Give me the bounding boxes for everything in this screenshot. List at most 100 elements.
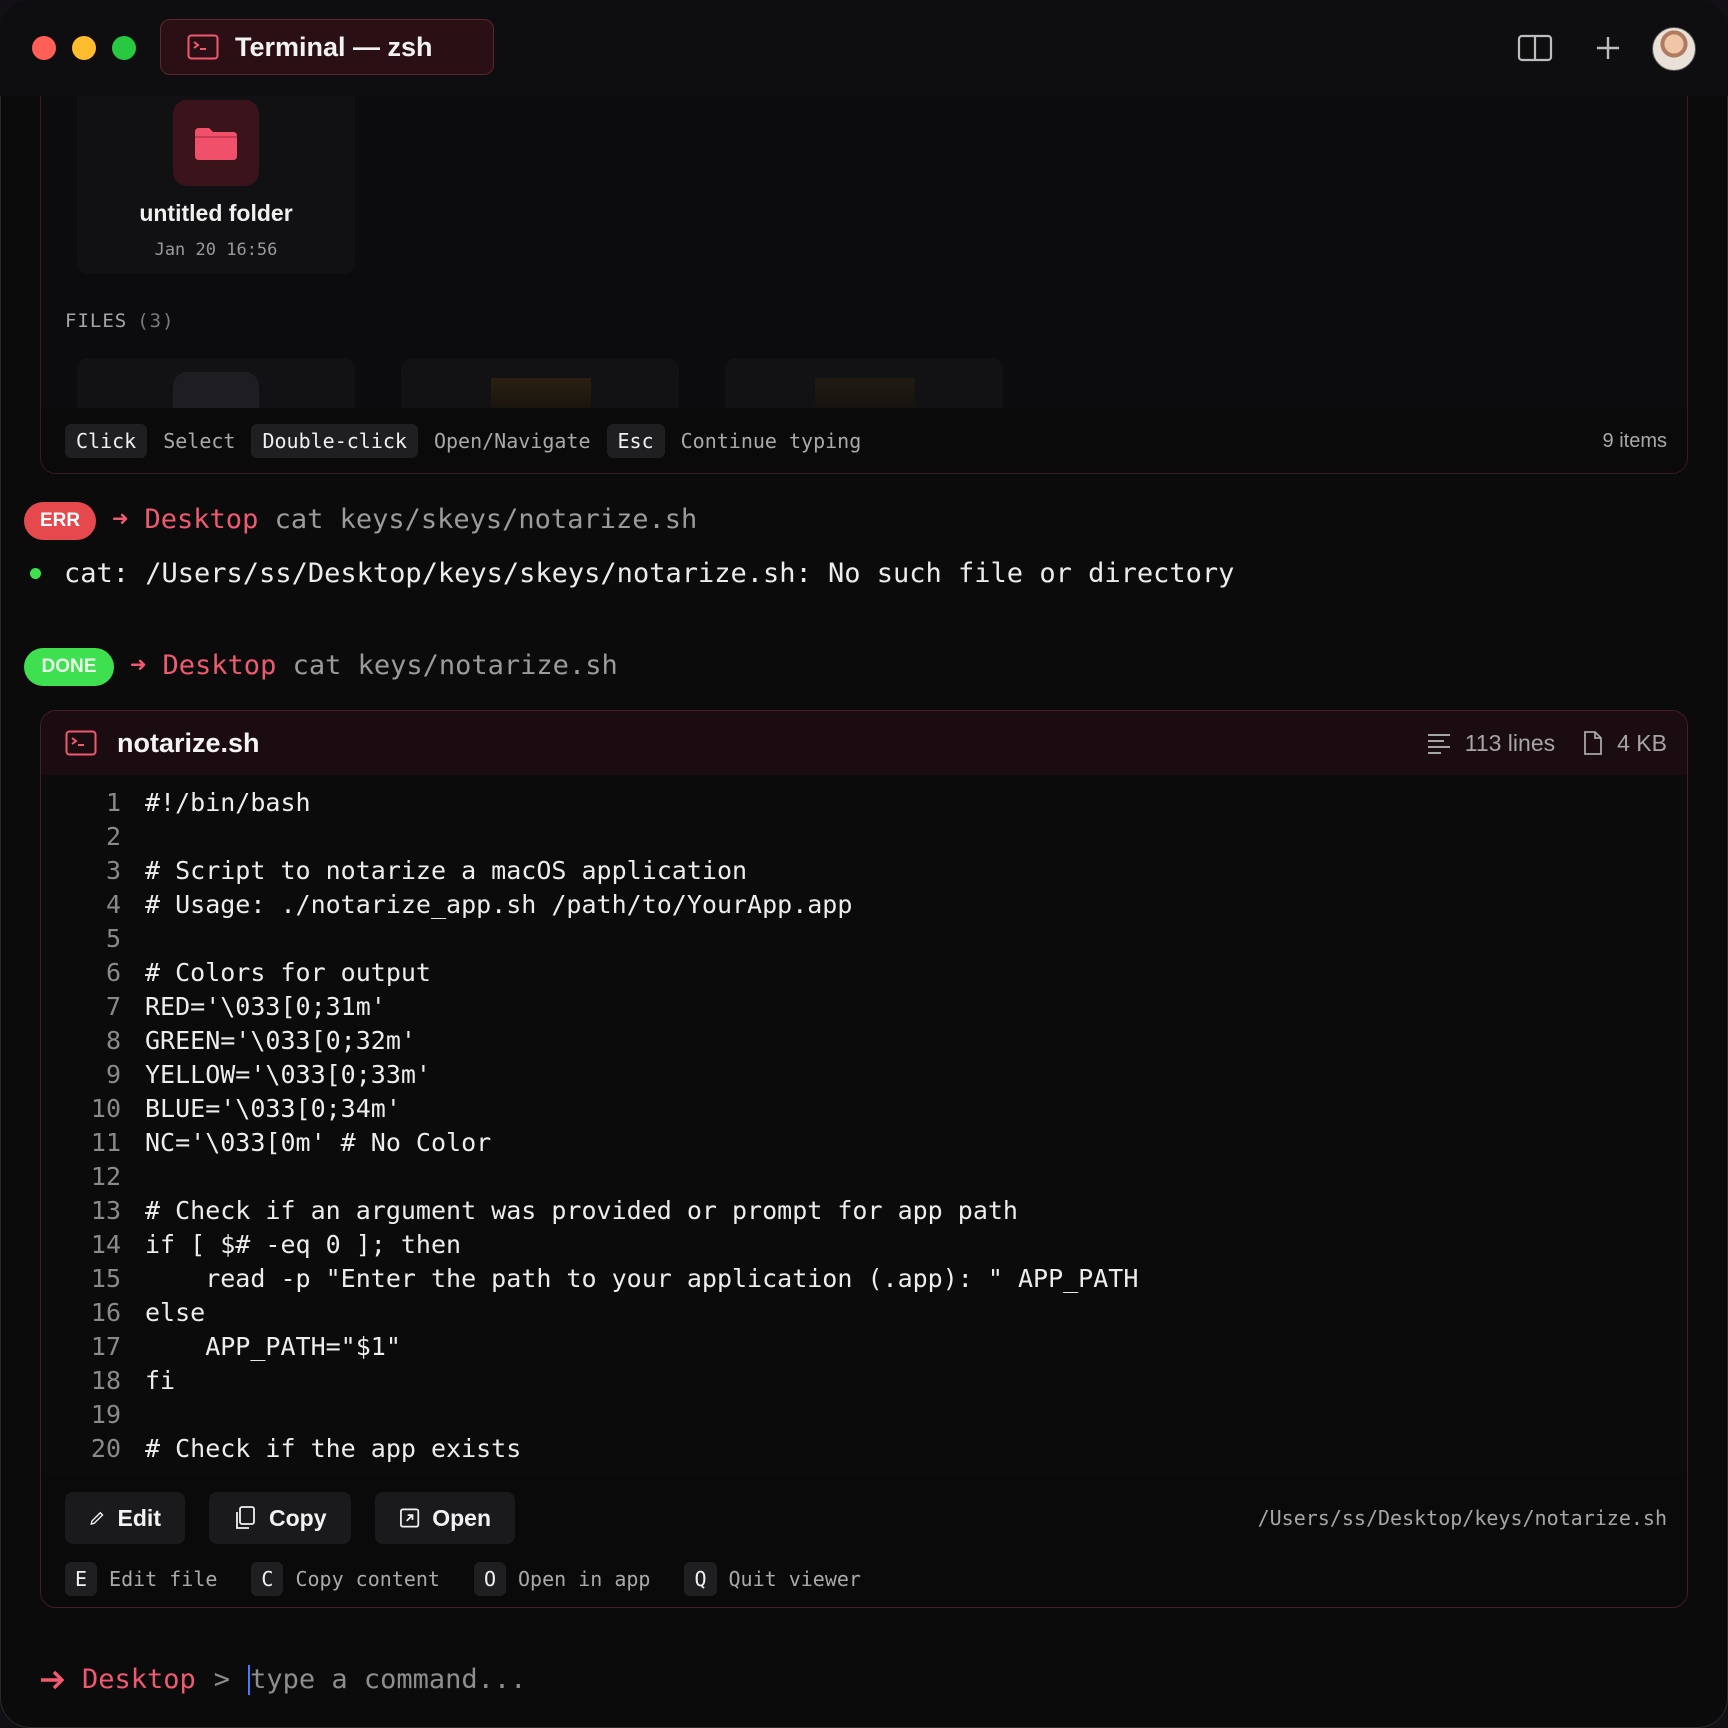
code-text: GREEN='\033[0;32m' <box>145 1025 416 1055</box>
split-view-icon[interactable] <box>1517 30 1553 66</box>
code-text: # Usage: ./notarize_app.sh /path/to/Your… <box>145 889 853 919</box>
new-tab-icon[interactable] <box>1590 30 1626 66</box>
prompt-separator: > <box>213 1664 231 1695</box>
minimize-window-button[interactable] <box>72 36 96 60</box>
shortcut-key: Double-click <box>251 424 418 458</box>
viewer-shortcuts: E Edit file C Copy content O Open in app… <box>65 1562 895 1596</box>
open-button-label: Open <box>432 1504 491 1531</box>
folder-card[interactable]: untitled folder Jan 20 16:56 <box>77 96 355 274</box>
code-line: 18 fi <box>41 1363 1687 1397</box>
edit-button[interactable]: Edit <box>65 1492 185 1544</box>
code-text: APP_PATH="$1" <box>145 1331 401 1361</box>
viewer-header: notarize.sh 113 lines 4 KB <box>41 711 1687 775</box>
pencil-icon <box>90 1511 104 1525</box>
code-line: 11 NC='\033[0m' # No Color <box>41 1125 1687 1159</box>
shortcut-key: C <box>251 1562 284 1596</box>
line-number: 4 <box>105 889 121 919</box>
copy-icon <box>236 1506 255 1529</box>
zoom-window-button[interactable] <box>112 36 136 60</box>
code-line: 16 else <box>41 1295 1687 1329</box>
line-number: 16 <box>90 1297 121 1327</box>
command-text: cat keys/skeys/notarize.sh <box>274 504 698 535</box>
shortcut-hint: Open/Navigate <box>433 429 591 453</box>
line-number: 11 <box>90 1127 121 1157</box>
code-line: 10 BLUE='\033[0;34m' <box>41 1091 1687 1125</box>
prompt-arrow-icon <box>41 1670 65 1689</box>
line-number: 5 <box>105 923 121 953</box>
edit-button-label: Edit <box>117 1504 161 1531</box>
code-text: # Check if an argument was provided or p… <box>145 1195 1018 1225</box>
shortcut-key: O <box>473 1562 507 1596</box>
line-number: 18 <box>90 1365 121 1395</box>
code-line: 9 YELLOW='\033[0;33m' <box>41 1057 1687 1091</box>
line-number: 2 <box>105 821 121 851</box>
file-browser-panel: untitled folder Jan 20 16:56 FILES (3) Cl… <box>40 96 1688 474</box>
file-path: /Users/ss/Desktop/keys/notarize.sh <box>1257 1506 1667 1530</box>
folder-date: Jan 20 16:56 <box>154 240 278 260</box>
tab-terminal[interactable]: Terminal — zsh <box>160 19 494 75</box>
folder-icon <box>173 100 259 186</box>
terminal-file-icon <box>65 730 97 756</box>
command-input[interactable] <box>250 1664 851 1695</box>
code-line: 5 <box>41 921 1687 955</box>
line-number: 13 <box>90 1195 121 1225</box>
code-text: BLUE='\033[0;34m' <box>145 1093 401 1123</box>
code-line: 2 <box>41 819 1687 853</box>
code-text: RED='\033[0;31m' <box>145 991 386 1021</box>
shortcut-hint: Edit file <box>109 1567 218 1591</box>
line-number: 14 <box>90 1229 121 1259</box>
tab-title: Terminal — zsh <box>235 31 433 62</box>
title-bar: Terminal — zsh <box>0 0 1728 96</box>
code-text: else <box>145 1297 206 1327</box>
code-line: 4 # Usage: ./notarize_app.sh /path/to/You… <box>41 887 1687 921</box>
file-icon <box>1584 731 1603 755</box>
close-window-button[interactable] <box>32 36 56 60</box>
line-number: 17 <box>90 1331 121 1361</box>
code-text: NC='\033[0m' # No Color <box>145 1127 492 1157</box>
code-line: 8 GREEN='\033[0;32m' <box>41 1023 1687 1057</box>
code-line: 1 #!/bin/bash <box>41 785 1687 819</box>
command-line: ➜ Desktop cat keys/notarize.sh <box>130 650 618 681</box>
code-text: # Colors for output <box>145 957 431 987</box>
files-count: (3) <box>137 310 175 332</box>
open-button[interactable]: Open <box>375 1492 515 1544</box>
line-number: 1 <box>105 787 121 817</box>
viewer-footer: Edit Copy Open /Users/ss/Desktop/keys/no… <box>41 1476 1687 1607</box>
line-number: 7 <box>105 991 121 1021</box>
file-viewer: notarize.sh 113 lines 4 KB 1 #!/bin/bash 2… <box>40 710 1688 1608</box>
code-line: 3 # Script to notarize a macOS applicatio… <box>41 853 1687 887</box>
code-line: 12 <box>41 1159 1687 1193</box>
code-content: 1 #!/bin/bash 2 3 # Script to notarize a mac… <box>41 785 1687 1465</box>
code-line: 20 # Check if the app exists <box>41 1431 1687 1465</box>
line-number: 3 <box>105 855 121 885</box>
finder-shortcut-bar: Click Select Double-click Open/Navigate … <box>41 408 1687 473</box>
shortcut-hint: Continue typing <box>680 429 862 453</box>
items-count: 9 items <box>1602 429 1667 452</box>
code-text: # Script to notarize a macOS application <box>145 855 748 885</box>
code-line: 19 <box>41 1397 1687 1431</box>
line-number: 9 <box>105 1059 121 1089</box>
line-number: 8 <box>105 1025 121 1055</box>
status-badge-err: ERR <box>24 502 96 540</box>
code-line: 17 APP_PATH="$1" <box>41 1329 1687 1363</box>
code-text: read -p "Enter the path to your applicat… <box>145 1263 1139 1293</box>
line-count: 113 lines <box>1464 729 1556 756</box>
code-text: #!/bin/bash <box>145 787 311 817</box>
copy-button[interactable]: Copy <box>209 1492 351 1544</box>
shortcut-key: Esc <box>606 424 665 458</box>
code-line: 15 read -p "Enter the path to your appli… <box>41 1261 1687 1295</box>
copy-button-label: Copy <box>269 1504 327 1531</box>
avatar[interactable] <box>1652 27 1696 71</box>
shortcut-hint: Select <box>163 429 236 453</box>
arrow-icon: ➜ <box>130 650 147 681</box>
line-number: 12 <box>90 1161 121 1191</box>
code-line: 14 if [ $# -eq 0 ]; then <box>41 1227 1687 1261</box>
terminal-window: Terminal — zsh untitled folder Jan 20 16… <box>0 0 1728 1728</box>
command-directory: Desktop <box>144 504 259 535</box>
shortcut-hint: Quit viewer <box>728 1567 861 1591</box>
prompt-directory: Desktop <box>82 1664 196 1695</box>
code-text: fi <box>145 1365 176 1395</box>
code-line: 13 # Check if an argument was provided or… <box>41 1193 1687 1227</box>
code-line: 7 RED='\033[0;31m' <box>41 989 1687 1023</box>
line-number: 6 <box>105 957 121 987</box>
